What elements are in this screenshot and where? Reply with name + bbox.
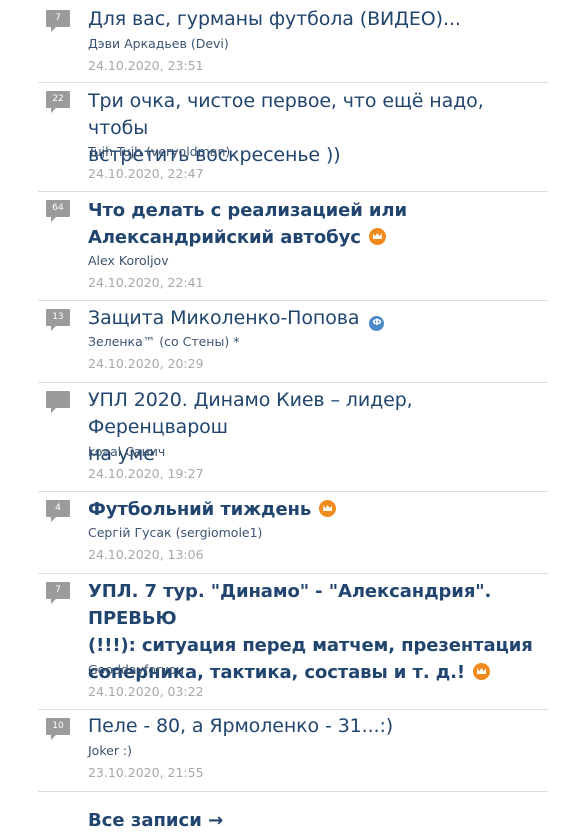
post-author[interactable]: Joker :)	[88, 742, 132, 759]
list-item: 13 Защита Миколенко-Попова Ф Зеленка™ (со…	[38, 300, 548, 383]
comment-count-badge: 7	[46, 582, 70, 604]
post-date: 24.10.2020, 22:47	[88, 166, 204, 181]
comment-count-badge: 64	[46, 200, 70, 222]
post-title[interactable]: Пеле - 80, а Ярмоленко - 31...:)	[88, 713, 548, 740]
comment-count-badge: 22	[46, 91, 70, 113]
post-title[interactable]: Что делать с реализацией или Александрий…	[88, 197, 548, 251]
comment-count-badge	[46, 391, 70, 413]
crown-icon	[473, 663, 491, 680]
comment-count-badge: 10	[46, 718, 70, 740]
post-date: 24.10.2020, 03:22	[88, 684, 204, 699]
list-item: УПЛ 2020. Динамо Киев – лидер, Ференцвар…	[38, 382, 548, 492]
list-item: 10 Пеле - 80, а Ярмоленко - 31...:) Joke…	[38, 709, 548, 792]
post-date: 23.10.2020, 21:55	[88, 765, 204, 780]
post-date: 24.10.2020, 19:27	[88, 466, 204, 481]
post-date: 24.10.2020, 20:29	[88, 356, 204, 371]
list-item: 4 Футбольний тиждень Сергій Гусак (sergi…	[38, 491, 548, 574]
list-item: 7 Для вас, гурманы футбола (ВИДЕО)... Дэ…	[38, 0, 548, 83]
list-item: 64 Что делать с реализацией или Александ…	[38, 191, 548, 301]
post-author[interactable]: Alex Koroljov	[88, 252, 169, 269]
post-author[interactable]: koaal Санич	[88, 443, 165, 460]
crown-icon	[368, 228, 386, 245]
post-author[interactable]: Сергій Гусак (sergiomole1)	[88, 524, 262, 541]
post-date: 24.10.2020, 13:06	[88, 547, 204, 562]
post-date: 24.10.2020, 22:41	[88, 275, 204, 290]
verified-icon: Ф	[369, 316, 385, 331]
post-author[interactable]: Gooddayforyou	[88, 661, 184, 678]
list-item: 7 УПЛ. 7 тур. "Динамо" - "Александрия". …	[38, 573, 548, 710]
comment-count-badge: 7	[46, 10, 70, 32]
post-title[interactable]: Для вас, гурманы футбола (ВИДЕО)...	[88, 6, 548, 33]
comment-count-badge: 4	[46, 500, 70, 522]
post-author[interactable]: Зеленка™ (со Стены) *	[88, 333, 239, 350]
all-posts-link[interactable]: Все записи →	[88, 810, 223, 831]
post-author[interactable]: Дэви Аркадьев (Devi)	[88, 35, 229, 52]
post-title[interactable]: Футбольний тиждень	[88, 496, 548, 523]
post-title[interactable]: Защита Миколенко-Попова Ф	[88, 305, 548, 332]
post-date: 24.10.2020, 23:51	[88, 58, 204, 73]
list-item: 22 Три очка, чистое первое, что ещё надо…	[38, 82, 548, 192]
crown-icon	[319, 500, 337, 517]
post-author[interactable]: Tujh Tujh (veryoldman)	[88, 143, 230, 160]
comment-count-badge: 13	[46, 309, 70, 331]
